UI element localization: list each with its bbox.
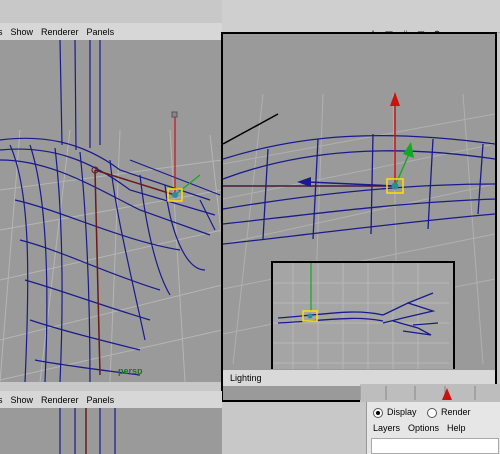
menu-help[interactable]: Help bbox=[447, 423, 466, 433]
layer-list[interactable] bbox=[371, 438, 499, 454]
radio-display-button[interactable] bbox=[373, 407, 383, 418]
menu-panels[interactable]: Panels bbox=[87, 27, 115, 37]
radio-render[interactable]: Render bbox=[427, 407, 471, 418]
top-menu-bar: s Show Renderer Panels bbox=[0, 23, 222, 40]
radio-display[interactable]: Display bbox=[373, 407, 417, 418]
top-toolbar-strip bbox=[222, 0, 500, 33]
menu-options[interactable]: Options bbox=[408, 423, 439, 433]
top-partial-label[interactable]: s bbox=[0, 27, 3, 37]
inset-viewport[interactable] bbox=[271, 261, 455, 385]
bottom-viewport[interactable] bbox=[0, 408, 222, 454]
inset-wireframe bbox=[273, 263, 449, 379]
bottom-partial-label[interactable]: s bbox=[0, 395, 3, 405]
radio-render-label: Render bbox=[441, 407, 471, 417]
lighting-label[interactable]: Lighting bbox=[230, 373, 262, 383]
menu-layers[interactable]: Layers bbox=[373, 423, 400, 433]
bottom-menu-renderer[interactable]: Renderer bbox=[41, 395, 79, 405]
bottom-menu-panels[interactable]: Panels bbox=[87, 395, 115, 405]
menu-renderer[interactable]: Renderer bbox=[41, 27, 79, 37]
radio-display-label: Display bbox=[387, 407, 417, 417]
bottom-menu-show[interactable]: Show bbox=[11, 395, 34, 405]
perspective-viewport[interactable]: persp bbox=[0, 40, 222, 382]
layer-menu: Layers Options Help bbox=[373, 423, 466, 433]
lower-divider bbox=[222, 402, 370, 454]
radio-render-button[interactable] bbox=[427, 407, 437, 418]
camera-name-label: persp bbox=[118, 366, 143, 376]
bottom-menu-bar: s Show Renderer Panels bbox=[0, 391, 222, 408]
menu-show[interactable]: Show bbox=[11, 27, 34, 37]
perspective-wireframe bbox=[0, 40, 222, 382]
layer-panel: Display Render Layers Options Help bbox=[366, 402, 500, 454]
active-viewport-frame: Lighting bbox=[221, 32, 497, 402]
timeline-strip[interactable] bbox=[360, 384, 500, 402]
